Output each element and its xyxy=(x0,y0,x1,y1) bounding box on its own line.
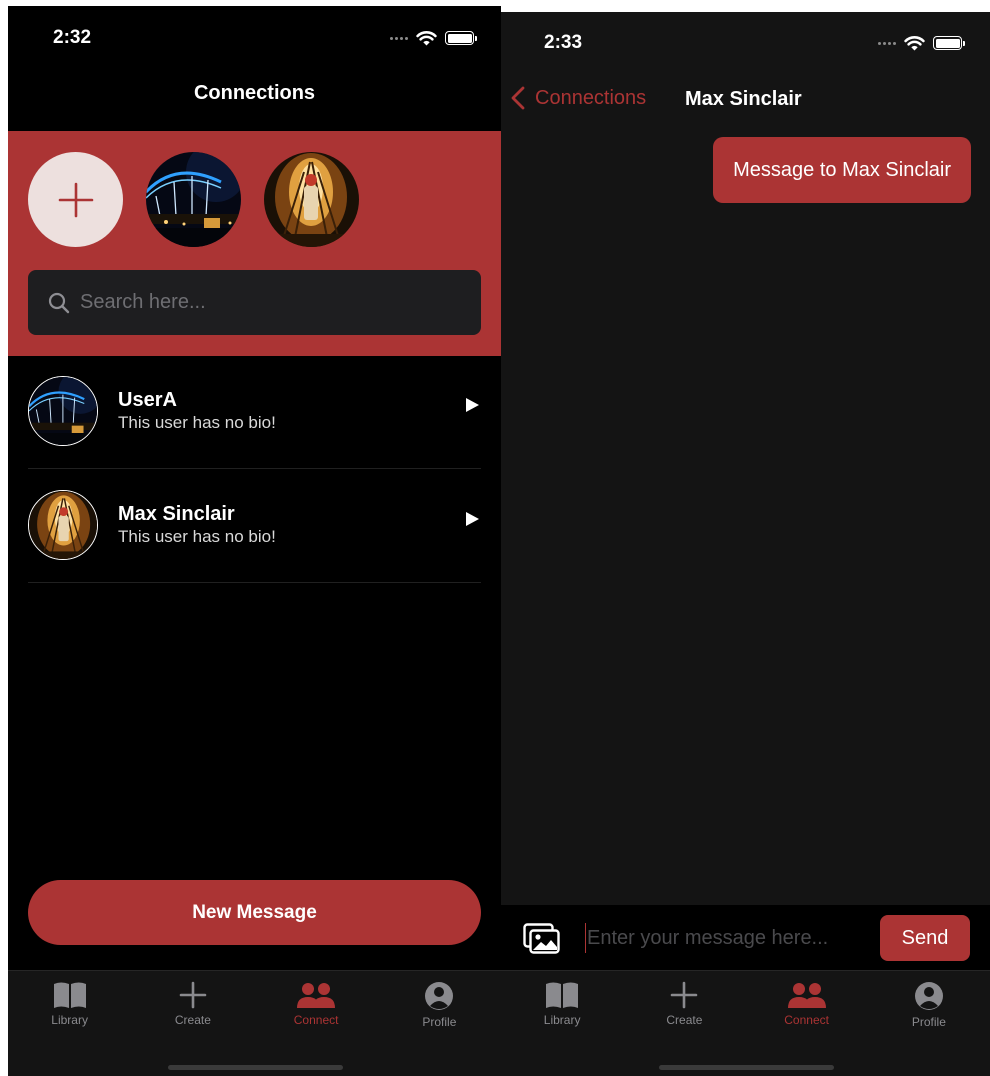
tab-bar: Library Create Connect Profile xyxy=(8,970,501,1076)
battery-icon xyxy=(933,36,965,50)
tab-label: Profile xyxy=(911,1015,946,1029)
page-title: Connections xyxy=(193,82,316,104)
plus-icon xyxy=(179,981,207,1009)
new-message-button[interactable]: New Message xyxy=(28,880,481,945)
bonfire-person-photo xyxy=(264,152,359,247)
stories-panel: Search here... xyxy=(8,131,501,356)
tab-library[interactable]: Library xyxy=(8,977,131,1037)
tab-label: Profile xyxy=(422,1015,457,1029)
home-indicator xyxy=(167,1065,343,1070)
people-icon xyxy=(787,983,826,1008)
home-indicator xyxy=(658,1065,834,1070)
tab-profile[interactable]: Profile xyxy=(378,977,501,1037)
plus-icon xyxy=(58,182,93,217)
tab-bar: Library Create Connect Profile xyxy=(501,970,990,1076)
connection-bio: This user has no bio! xyxy=(118,527,276,546)
tab-profile[interactable]: Profile xyxy=(868,977,990,1037)
bridge-night-photo xyxy=(29,377,97,445)
message-bubble-outgoing: Message to Max Sinclair xyxy=(713,137,971,203)
person-circle-icon xyxy=(914,982,943,1010)
message-input[interactable]: Enter your message here... xyxy=(585,923,828,953)
tab-label: Connect xyxy=(784,1013,829,1027)
wifi-icon xyxy=(416,31,437,46)
search-icon xyxy=(48,292,70,313)
tab-label: Create xyxy=(174,1013,211,1027)
play-arrow-icon[interactable] xyxy=(465,398,479,412)
back-label: Connections xyxy=(535,86,647,109)
play-arrow-icon[interactable] xyxy=(465,512,479,526)
story-avatar-usera[interactable] xyxy=(146,152,241,247)
book-icon xyxy=(546,982,579,1008)
status-icons xyxy=(390,30,477,46)
status-time: 2:33 xyxy=(544,32,583,53)
tab-label: Library xyxy=(543,1013,581,1027)
connection-name: UserA xyxy=(118,389,177,411)
tab-label: Connect xyxy=(293,1013,339,1027)
bonfire-person-photo xyxy=(29,491,97,559)
tab-create[interactable]: Create xyxy=(131,977,254,1037)
plus-icon xyxy=(671,981,698,1009)
tab-library[interactable]: Library xyxy=(501,977,623,1037)
search-placeholder: Search here... xyxy=(80,291,206,313)
wifi-icon xyxy=(904,36,925,51)
tab-label: Library xyxy=(51,1013,88,1027)
connections-screen: 2:32 Connections Search here... UserA Th… xyxy=(8,6,501,1076)
battery-icon xyxy=(445,31,477,45)
connection-row-usera[interactable]: UserA This user has no bio! xyxy=(28,356,481,469)
tab-create[interactable]: Create xyxy=(623,977,745,1037)
search-input[interactable]: Search here... xyxy=(28,270,481,335)
tab-connect[interactable]: Connect xyxy=(746,977,868,1037)
photo-gallery-icon[interactable] xyxy=(523,923,561,955)
people-icon xyxy=(297,983,336,1008)
back-button[interactable]: Connections xyxy=(511,86,646,110)
chat-screen: 2:33 Connections Max Sinclair Message to… xyxy=(501,12,990,1076)
cellular-signal-icon xyxy=(878,41,896,45)
chevron-left-icon xyxy=(511,86,525,110)
person-circle-icon xyxy=(425,982,454,1010)
connection-name: Max Sinclair xyxy=(118,503,235,525)
tab-connect[interactable]: Connect xyxy=(255,977,378,1037)
story-avatar-max-sinclair[interactable] xyxy=(264,152,359,247)
connection-row-max-sinclair[interactable]: Max Sinclair This user has no bio! xyxy=(28,470,481,583)
tab-label: Create xyxy=(666,1013,703,1027)
status-time: 2:32 xyxy=(53,27,92,48)
chat-title: Max Sinclair xyxy=(685,88,802,110)
status-icons xyxy=(878,35,965,51)
add-story-button[interactable] xyxy=(28,152,123,247)
book-icon xyxy=(53,982,86,1008)
connection-bio: This user has no bio! xyxy=(118,413,276,432)
avatar xyxy=(28,376,98,446)
message-composer: Enter your message here... Send xyxy=(501,905,990,971)
cellular-signal-icon xyxy=(390,36,408,40)
bridge-night-photo xyxy=(146,152,241,247)
send-button[interactable]: Send xyxy=(880,915,970,961)
avatar xyxy=(28,490,98,560)
